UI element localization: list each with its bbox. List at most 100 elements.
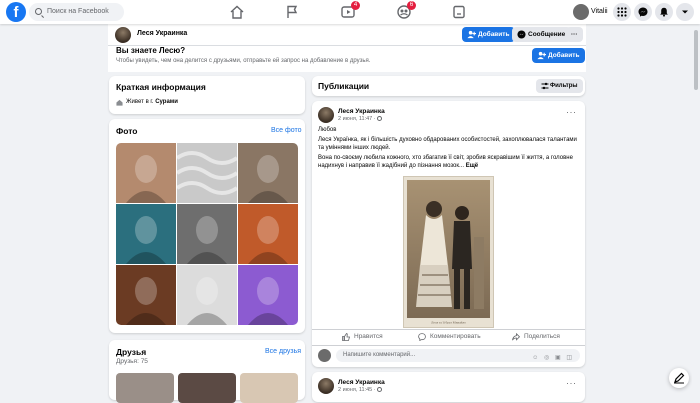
post-author-avatar[interactable] — [318, 107, 334, 123]
post-author-avatar[interactable] — [318, 378, 334, 394]
chevron-down-icon — [682, 10, 688, 14]
search-input[interactable]: Поиск на Facebook — [29, 3, 124, 21]
comment-tools-icons[interactable]: ☺ ◎ ▣ ◫ — [532, 352, 574, 365]
add-friend-icon — [537, 51, 546, 60]
photo-sketch-portrait[interactable] — [177, 265, 237, 325]
post-options-icon[interactable]: ··· — [566, 378, 577, 388]
filters-button[interactable]: Фильтры — [536, 79, 583, 93]
home-icon — [116, 99, 123, 106]
post-date[interactable]: 2 июня, 11:45 · — [338, 387, 383, 393]
profile-shortcut[interactable]: Vitalii — [573, 4, 608, 20]
share-label: Поделиться — [524, 333, 560, 340]
post-text-line: Вона по-своєму любила кожного, хто збага… — [318, 155, 573, 161]
filter-icon — [541, 82, 549, 90]
suggest-add-friend-button[interactable]: Добавить — [532, 48, 586, 63]
photo-two-children-photo[interactable] — [238, 143, 298, 203]
photo-wave-texture[interactable] — [177, 143, 237, 203]
message-label: Сообщение — [528, 31, 566, 38]
friends-title: Друзья — [116, 347, 147, 357]
photo-portrait-woman[interactable] — [116, 143, 176, 203]
watch-video-icon[interactable]: 4 — [340, 1, 360, 20]
scrollbar-thumb[interactable] — [694, 30, 698, 90]
account-button[interactable] — [676, 3, 694, 21]
new-message-button[interactable] — [669, 368, 689, 388]
comment-button[interactable]: Комментировать — [418, 330, 481, 344]
divider — [312, 345, 585, 346]
photo-poster-lesia[interactable] — [116, 265, 176, 325]
publications-title: Публикации — [318, 81, 370, 91]
globe-icon — [377, 387, 383, 392]
user-avatar — [573, 4, 589, 20]
photo-painted-portrait[interactable] — [238, 204, 298, 264]
friend-photo[interactable] — [116, 373, 174, 403]
thumbs-up-icon — [342, 333, 350, 341]
comment-label: Комментировать — [430, 333, 481, 340]
messenger-icon — [517, 30, 526, 39]
share-button[interactable]: Поделиться — [512, 330, 560, 344]
post-photo-caption: Леся та її брат Михайло — [431, 321, 466, 325]
post-card: Леся Украинка 2 июня, 11:45 · ··· — [312, 372, 585, 402]
gaming-icon[interactable] — [451, 4, 467, 20]
comment-placeholder: Напишите комментарий... — [343, 352, 416, 358]
notifications-button[interactable] — [655, 3, 673, 21]
suggest-add-label: Добавить — [548, 52, 580, 59]
add-friend-button[interactable]: Добавить — [462, 27, 516, 42]
all-friends-link[interactable]: Все друзья — [265, 348, 301, 355]
photo-purple-portrait[interactable] — [238, 265, 298, 325]
photo-bw-portrait[interactable] — [177, 204, 237, 264]
messenger-button[interactable] — [634, 3, 652, 21]
post-photo[interactable]: Леся та її брат Михайло — [403, 176, 494, 328]
more-options-button[interactable]: ··· — [566, 27, 583, 42]
scrollbar[interactable] — [692, 24, 700, 394]
post-author-name[interactable]: Леся Украинка — [338, 108, 385, 115]
suggest-friend-banner: Вы знаете Лесю? Чтобы увидеть, чем она д… — [108, 46, 586, 72]
all-photos-link[interactable]: Все фото — [271, 127, 302, 134]
facebook-logo-icon[interactable]: f — [6, 2, 26, 22]
post-date[interactable]: 2 июня, 11:47 · — [338, 116, 383, 122]
menu-grid-button[interactable] — [613, 3, 631, 21]
photos-card: Фото Все фото — [109, 119, 305, 333]
groups-icon[interactable]: 6 — [396, 1, 416, 20]
lives-in-city[interactable]: Сурами — [155, 99, 178, 105]
search-placeholder: Поиск на Facebook — [47, 8, 109, 15]
post-options-icon[interactable]: ··· — [566, 107, 577, 117]
comment-composer: Напишите комментарий... ☺ ◎ ▣ ◫ — [318, 349, 580, 363]
publications-header: Публикации Фильтры — [312, 76, 585, 96]
more-options-label: ··· — [571, 31, 578, 38]
like-button[interactable]: Нравится — [342, 330, 383, 344]
post-text-line: Леся Українка, як і більшість духовно об… — [318, 137, 577, 143]
post-date-text: 2 июня, 11:47 · — [338, 116, 378, 122]
message-button[interactable]: Сообщение — [512, 27, 572, 42]
commenter-avatar — [318, 349, 331, 362]
photo-cartoon-girl-bw[interactable] — [116, 204, 176, 264]
see-more-link[interactable]: Ещё — [466, 163, 478, 169]
intro-title: Краткая информация — [116, 82, 206, 92]
profile-avatar[interactable] — [115, 27, 131, 43]
share-icon — [512, 333, 520, 341]
comment-input[interactable]: Напишите комментарий... ☺ ◎ ▣ ◫ — [336, 349, 580, 362]
intro-card: Краткая информация Живет в г. Сурами — [109, 76, 305, 114]
globe-icon — [377, 116, 383, 121]
post-author-name[interactable]: Леся Украинка — [338, 379, 385, 386]
post-text-line: надихнув і направив її жадібний до пізна… — [318, 162, 478, 170]
photos-title: Фото — [116, 126, 138, 136]
lives-in-row: Живет в г. Сурами — [116, 99, 178, 106]
post-text-line: Любов — [318, 127, 337, 133]
pages-flag-icon[interactable] — [284, 4, 300, 20]
add-friend-label: Добавить — [478, 31, 510, 38]
edit-icon — [674, 372, 685, 384]
post-text-line: та уміннями інших людей. — [318, 145, 391, 151]
home-icon[interactable] — [229, 4, 245, 20]
video-notification-badge: 4 — [351, 1, 360, 10]
top-navigation-bar: f Поиск на Facebook 4 6 Vitalii — [0, 0, 700, 24]
groups-notification-badge: 6 — [407, 1, 416, 10]
messenger-icon — [638, 7, 648, 17]
profile-header-bar: Леся Украинка Добавить Сообщение ··· — [108, 24, 586, 46]
post-text-tail: надихнув і направив її жадібний до пізна… — [318, 163, 465, 169]
friends-card: Друзья Все друзья Друзья: 75 — [109, 340, 305, 403]
friend-photo[interactable] — [178, 373, 236, 403]
post-date-text: 2 июня, 11:45 · — [338, 387, 378, 393]
profile-name[interactable]: Леся Украинка — [137, 30, 187, 37]
friend-photo[interactable] — [240, 373, 298, 403]
like-label: Нравится — [354, 333, 383, 340]
